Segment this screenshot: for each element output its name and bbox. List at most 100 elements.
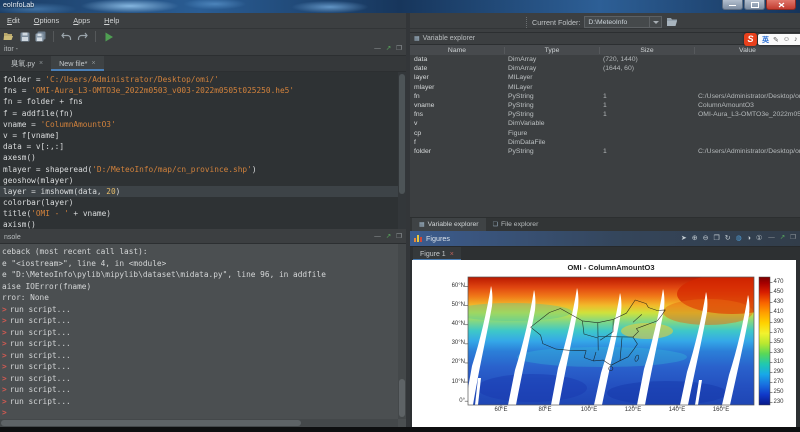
redo-button[interactable] xyxy=(76,30,89,43)
menu-apps[interactable]: Apps xyxy=(66,16,97,25)
console-line: >run script... xyxy=(2,361,398,373)
browse-folder-icon[interactable] xyxy=(666,17,678,27)
prompt-icon: > xyxy=(2,351,7,360)
pages-icon[interactable]: ❐ xyxy=(713,235,719,242)
maximize-icon[interactable]: ❐ xyxy=(396,46,402,53)
variable-table-header: Name Type Size Value xyxy=(410,45,800,55)
editor-tab-2[interactable]: New file*× xyxy=(51,56,103,71)
table-row[interactable]: fnsPyString1OMI-Aura_L3-OMTO3e_2022m0503… xyxy=(410,110,800,119)
console-panel: nsole —↗❐ ceback (most recent call last)… xyxy=(0,232,406,427)
var-name: data xyxy=(410,56,505,63)
plot-title: OMI - ColumnAmountO3 xyxy=(468,263,754,272)
column-header-type[interactable]: Type xyxy=(505,47,600,54)
save-all-button[interactable] xyxy=(34,30,47,43)
minimize-icon[interactable]: — xyxy=(374,46,381,53)
open-file-button[interactable] xyxy=(2,30,15,43)
maximize-icon[interactable]: ❐ xyxy=(396,234,402,241)
code-editor[interactable]: folder = 'C:/Users/Administrator/Desktop… xyxy=(0,72,398,229)
explorer-tabbar: ▦Variable explorer❏File explorer xyxy=(410,217,800,231)
code-line: title('OMI - ' + vname) xyxy=(0,208,398,219)
var-type: PyString xyxy=(505,148,600,155)
current-folder-combobox[interactable]: D:\MeteoInfo xyxy=(584,16,662,28)
table-row[interactable]: vnamePyString1ColumnAmountO3 xyxy=(410,101,800,110)
cursor-icon[interactable]: ➤ xyxy=(681,235,687,242)
table-row[interactable]: fnPyString1C:/Users/Administrator/Deskto… xyxy=(410,92,800,101)
colorbar-tick-label: 310 xyxy=(774,359,784,365)
var-name: date xyxy=(410,65,505,72)
colorbar-tick-label: 350 xyxy=(774,339,784,345)
info-icon[interactable]: ① xyxy=(756,235,762,242)
ime-icon[interactable]: ✎ xyxy=(773,36,779,44)
zoom-in-icon[interactable]: ⊕ xyxy=(692,235,698,242)
console-output[interactable]: ceback (most recent call last):e "<iostr… xyxy=(0,244,398,419)
table-row[interactable]: folderPyString1C:/Users/Administrator/De… xyxy=(410,147,800,156)
figures-header-icons: — ↗ ❐ xyxy=(768,235,796,242)
table-row[interactable]: mlayerMILayer xyxy=(410,83,800,92)
float-icon[interactable]: ↗ xyxy=(780,235,785,242)
contrast-icon[interactable]: ◑ xyxy=(747,235,751,242)
table-row[interactable]: dataDimArray(720, 1440) xyxy=(410,55,800,64)
code-line: mlayer = shaperead('D:/MeteoInfo/map/cn_… xyxy=(0,164,398,175)
globe-icon[interactable]: ◍ xyxy=(736,235,742,242)
console-line: >run script... xyxy=(2,304,398,316)
column-header-value[interactable]: Value xyxy=(695,47,800,54)
ime-icon[interactable]: ☺ xyxy=(783,36,790,43)
figure-canvas[interactable]: OMI - ColumnAmountO3 60°E80°E100°E120°E1… xyxy=(412,260,796,427)
ozone-raster xyxy=(452,274,787,405)
table-row[interactable]: vDimVariable xyxy=(410,119,800,128)
close-icon[interactable]: × xyxy=(91,60,95,67)
tab-figure-1[interactable]: Figure 1 × xyxy=(413,247,461,261)
var-type: Figure xyxy=(505,130,600,137)
ime-icon[interactable]: 英 xyxy=(762,35,769,45)
table-row[interactable]: cpFigure xyxy=(410,129,800,138)
console-prompt: > xyxy=(2,407,398,419)
tab-variable-explorer[interactable]: ▦Variable explorer xyxy=(412,218,486,231)
colorbar-tick-label: 390 xyxy=(774,319,784,325)
close-icon[interactable]: × xyxy=(39,60,43,67)
menu-options[interactable]: Options xyxy=(27,16,66,25)
chevron-down-icon[interactable] xyxy=(649,17,661,27)
console-vscrollbar[interactable] xyxy=(398,244,406,419)
table-row[interactable]: layerMILayer xyxy=(410,73,800,82)
zoom-out-icon[interactable]: ⊖ xyxy=(703,235,709,242)
var-value: C:/Users/Administrator/Desktop/om... xyxy=(695,93,800,100)
editor-tab-1[interactable]: 臭氧.py× xyxy=(3,56,51,71)
editor-scrollbar[interactable] xyxy=(398,72,406,229)
close-icon[interactable]: × xyxy=(450,251,454,258)
run-script-button[interactable] xyxy=(102,30,115,43)
float-icon[interactable]: ↗ xyxy=(386,46,391,53)
maximize-button[interactable] xyxy=(744,0,765,10)
menu-edit[interactable]: Edit xyxy=(0,16,27,25)
tab-file-explorer[interactable]: ❏File explorer xyxy=(486,218,546,231)
column-header-size[interactable]: Size xyxy=(600,47,695,54)
ime-logo-icon[interactable]: S xyxy=(744,33,757,46)
minimize-icon[interactable]: — xyxy=(374,234,381,241)
float-icon[interactable]: ↗ xyxy=(386,234,391,241)
maximize-icon[interactable]: ❐ xyxy=(790,235,796,242)
y-axis-tick-label: 40°N xyxy=(441,321,465,327)
prompt-icon: > xyxy=(2,385,7,394)
column-header-name[interactable]: Name xyxy=(410,47,505,54)
figures-icon xyxy=(414,235,422,242)
minimize-button[interactable] xyxy=(722,0,743,10)
code-line: v = f[vname] xyxy=(0,130,398,141)
close-button[interactable] xyxy=(766,0,796,10)
ime-icon-strip: 英✎☺♪⌨ xyxy=(758,34,800,45)
toolbar-separator xyxy=(95,31,96,42)
table-row[interactable]: fDimDataFile xyxy=(410,138,800,147)
undo-button[interactable] xyxy=(60,30,73,43)
console-line: rror: None xyxy=(2,292,398,304)
var-name: mlayer xyxy=(410,84,505,91)
map-plot xyxy=(412,260,796,427)
var-size: 1 xyxy=(600,148,695,155)
ime-icon[interactable]: ♪ xyxy=(794,36,798,43)
minimize-icon[interactable]: — xyxy=(768,235,775,242)
colorbar xyxy=(759,277,770,405)
console-hscrollbar[interactable] xyxy=(0,419,398,427)
menu-help[interactable]: Help xyxy=(97,16,126,25)
colorbar-tick-label: 330 xyxy=(774,349,784,355)
table-row[interactable]: dateDimArray(1644, 60) xyxy=(410,64,800,73)
save-button[interactable] xyxy=(18,30,31,43)
rotate-icon[interactable]: ↻ xyxy=(725,235,731,242)
prompt-icon: > xyxy=(2,305,7,314)
